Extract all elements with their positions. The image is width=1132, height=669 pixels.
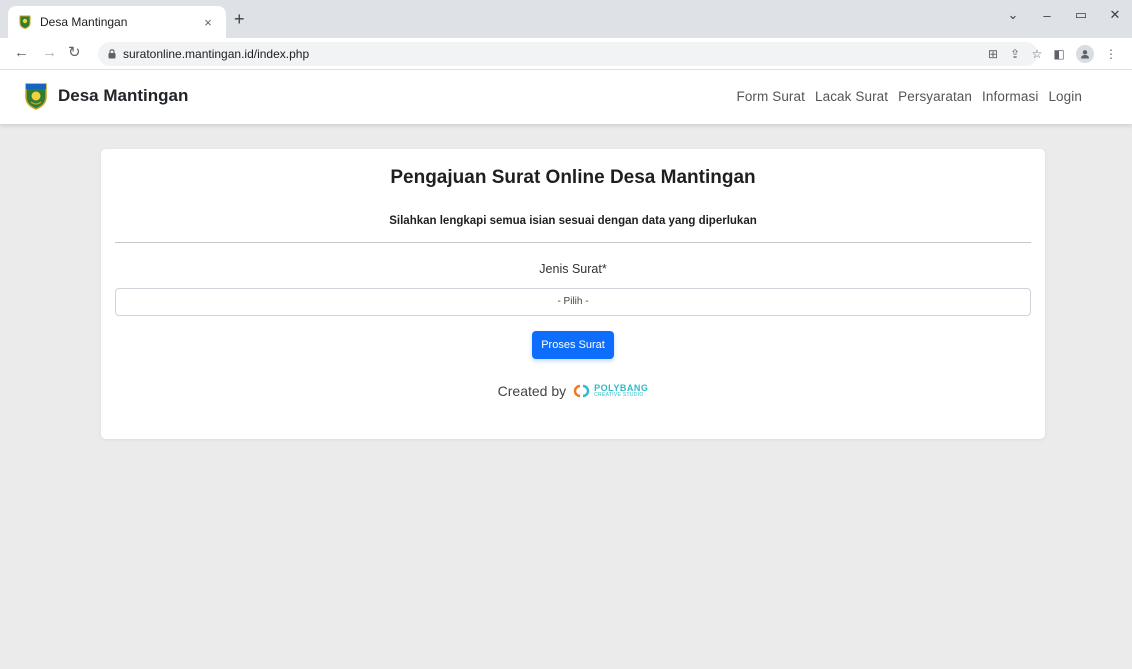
page-subtitle: Silahkan lengkapi semua isian sesuai den… [389,215,757,227]
person-icon [1081,50,1089,59]
divider [115,242,1031,243]
site-brand[interactable]: Desa Mantingan [24,82,188,110]
tab-title: Desa Mantingan [40,15,128,29]
page-title: Pengajuan Surat Online Desa Mantingan [390,167,756,188]
nav-link-persyaratan[interactable]: Persyaratan [898,89,972,104]
minimize-button[interactable]: – [1030,8,1064,23]
brand-name: Desa Mantingan [58,86,189,105]
village-emblem-icon [19,15,31,29]
nav-link-form-surat[interactable]: Form Surat [736,89,805,104]
credit-footer: Created by POLYBANG CREATIVE STUDIO [101,383,1045,399]
browser-tab[interactable]: Desa Mantingan × [8,6,226,38]
polbang-tagline: CREATIVE STUDIO [594,392,644,398]
tab-search-icon[interactable]: ⌄ [996,7,1030,23]
window-controls: ⌄ – ▭ ✕ [996,0,1132,30]
polbang-mark-icon [574,384,590,398]
back-icon[interactable]: ← [14,45,29,61]
close-window-button[interactable]: ✕ [1098,7,1132,23]
bookmark-star-icon[interactable]: ☆ [1026,47,1048,61]
browser-tabbar: Desa Mantingan × + ⌄ – ▭ ✕ [0,0,1132,38]
new-tab-button[interactable]: + [234,10,245,28]
polbang-logo[interactable]: POLYBANG CREATIVE STUDIO [572,384,648,398]
reload-icon[interactable]: ↻ [68,45,81,61]
nav-link-informasi[interactable]: Informasi [982,89,1038,104]
proses-surat-button[interactable]: Proses Surat [532,331,614,359]
tab-close-icon[interactable]: × [200,15,216,30]
browser-toolbar: ← → ↻ suratonline.mantingan.id/index.php… [0,38,1132,70]
url-text: suratonline.mantingan.id/index.php [123,47,310,61]
share-icon[interactable]: ⇪ [1004,47,1026,61]
lock-icon [108,49,116,59]
jenis-surat-select[interactable]: - Pilih - [115,288,1031,316]
more-menu-icon[interactable]: ⋮ [1100,47,1122,61]
nav-link-lacak-surat[interactable]: Lacak Surat [815,89,888,104]
village-emblem-icon [25,83,47,110]
toolbar-icons: ⊞ ⇪ ☆ ◧ ⋮ [982,45,1122,63]
jenis-surat-label: Jenis Surat* [539,262,607,276]
submission-card: Pengajuan Surat Online Desa Mantingan Si… [101,149,1045,439]
forward-icon[interactable]: → [42,45,57,61]
translate-icon[interactable]: ⊞ [982,47,1004,61]
side-panel-icon[interactable]: ◧ [1048,47,1070,61]
nav-menu: Form Surat Lacak Surat Persyaratan Infor… [736,89,1082,104]
address-bar[interactable]: suratonline.mantingan.id/index.php [98,42,1038,66]
profile-avatar-icon[interactable] [1076,45,1094,63]
nav-link-login[interactable]: Login [1048,89,1082,104]
site-navbar: Desa Mantingan Form Surat Lacak Surat Pe… [0,70,1132,124]
restore-button[interactable]: ▭ [1064,7,1098,23]
credit-text: Created by [497,383,567,399]
